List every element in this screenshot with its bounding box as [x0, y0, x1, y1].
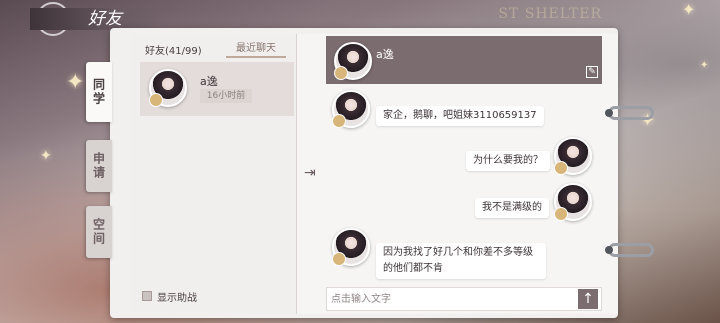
send-button[interactable]: ↑ [578, 289, 598, 309]
star-decoration-icon: ✦ [40, 148, 52, 164]
friend-name: a逸 [200, 75, 218, 88]
message-input[interactable] [331, 290, 571, 308]
message-bubble: 家企，鹅聊，吧姐妹3110659137 [376, 106, 544, 126]
friend-last-seen: 16小时前 [200, 89, 252, 103]
show-assist-label: 显示助战 [157, 293, 197, 304]
star-decoration-icon: ✦ [66, 70, 85, 95]
tab-requests[interactable]: 申请 [86, 140, 112, 192]
show-assist-checkbox[interactable] [142, 291, 152, 301]
message-avatar-me[interactable] [554, 137, 592, 175]
message-bubble: 我不是满级的 [475, 198, 549, 218]
chat-partner-avatar[interactable] [334, 42, 372, 80]
tab-classmates[interactable]: 同学 [86, 62, 112, 122]
binder-ring [605, 243, 654, 257]
message-avatar-them[interactable] [332, 90, 370, 128]
chat-partner-name: a逸 [376, 48, 394, 61]
arrow-up-icon: ↑ [582, 291, 594, 307]
message-bubble: 为什么要我的？ [466, 151, 550, 171]
edit-icon[interactable]: ✎ [586, 66, 598, 78]
brand-watermark: ST SHELTER [498, 6, 602, 22]
screen-title: 好友 [30, 8, 160, 30]
binder-ring [605, 106, 654, 120]
collapse-panel-icon[interactable]: ⇥ [304, 166, 320, 180]
message-avatar-them[interactable] [332, 228, 370, 266]
star-decoration-icon: ✦ [700, 60, 709, 71]
star-decoration-icon: ✦ [682, 0, 696, 19]
tab-recent-chats[interactable]: 最近聊天 [226, 40, 286, 58]
message-avatar-me[interactable] [554, 183, 592, 221]
friend-count: 好友(41/99) [145, 46, 202, 57]
message-bubble: 因为我找了好几个和你差不多等级的他们都不肯 [376, 243, 546, 279]
tab-space[interactable]: 空间 [86, 206, 112, 258]
friend-avatar[interactable] [149, 69, 187, 107]
